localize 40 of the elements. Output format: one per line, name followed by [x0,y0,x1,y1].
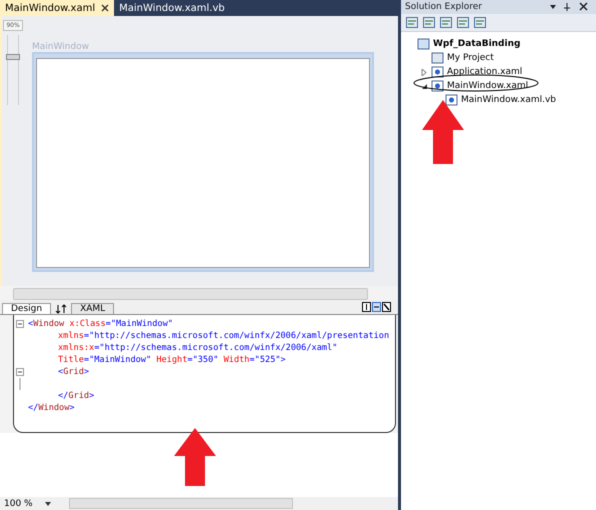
arrow-annotation [174,428,216,486]
collapse-icon[interactable] [16,320,24,328]
file-icon [445,94,458,106]
code-line: xmlns:x="http://schemas.microsoft.com/winfx/2006/xaml" [57,342,338,354]
slider-thumb[interactable] [6,54,20,60]
code-line: <Grid> [57,366,90,378]
tree-item[interactable]: MainWindow.xaml.vb [461,95,556,105]
swap-icon[interactable] [55,304,68,314]
view-tab[interactable]: XAML [71,303,114,314]
toolbar-icon[interactable] [422,16,436,29]
code-line: Title="MainWindow" Height="350" Width="525"> [57,354,286,366]
code-line: xmlns="http://schemas.microsoft.com/winfx/2006/xaml/presentation [57,330,390,342]
horizontal-scrollbar[interactable] [13,288,368,300]
file-icon [431,66,444,78]
code-line: <Window x:Class="MainWindow" [28,318,173,330]
view-tab[interactable]: Design [2,303,52,314]
tree-item[interactable]: Application.xaml [447,67,522,77]
code-line: </Window> [28,402,75,414]
document-tab[interactable]: MainWindow.xaml [0,0,114,16]
window-title: MainWindow [32,42,90,52]
toolbar-icon[interactable] [473,16,487,29]
toolbar-icon[interactable] [405,16,419,29]
zoom-dropdown[interactable]: 100 % [4,498,51,508]
file-icon [417,38,430,50]
collapse-icon[interactable] [16,368,24,376]
code-line: </Grid> [57,390,94,402]
tree-item[interactable]: My Project [447,53,494,63]
horizontal-scrollbar[interactable] [68,498,293,509]
tree-item[interactable]: Wpf_DataBinding [433,39,520,49]
file-icon [431,52,444,64]
toolbar-icon[interactable] [439,16,453,29]
split-icons[interactable] [362,302,392,312]
expander-icon[interactable] [421,82,428,90]
code-editor[interactable] [13,315,396,433]
file-icon [431,80,444,92]
document-tab[interactable]: MainWindow.xaml.vb [114,0,230,16]
panel-title: Solution Explorer [405,2,482,12]
toolbar-icon[interactable] [456,16,470,29]
close-icon[interactable] [101,4,110,12]
caret-icon[interactable] [44,502,51,506]
